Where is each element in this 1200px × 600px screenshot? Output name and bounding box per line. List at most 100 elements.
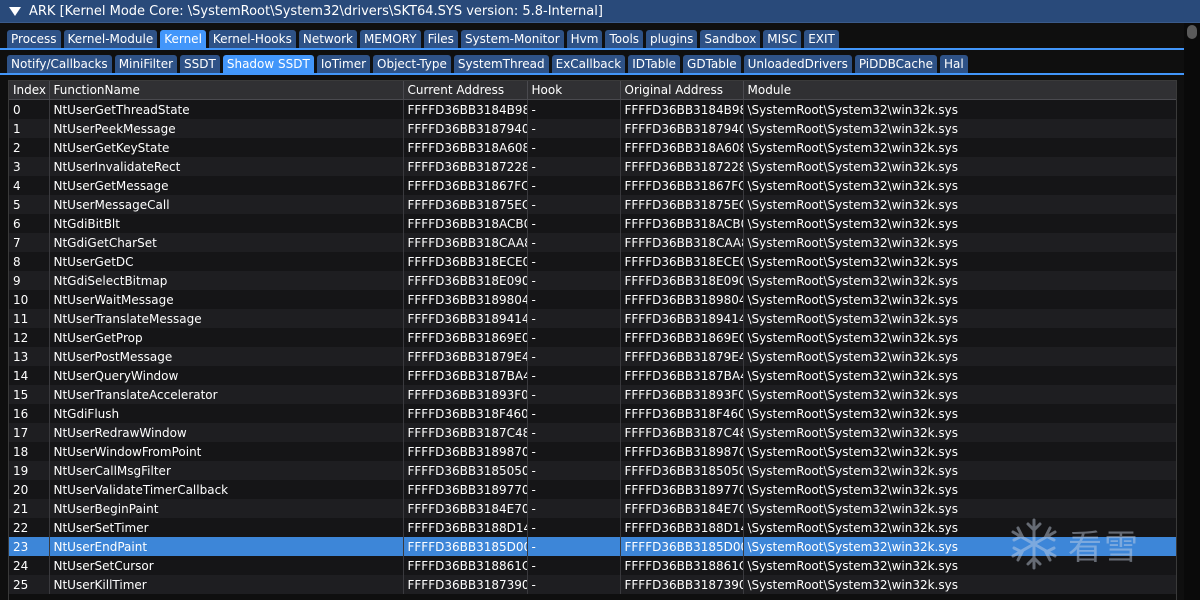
- tab-network[interactable]: Network: [298, 30, 357, 48]
- subtab-piddbcache[interactable]: PiDDBCache: [854, 55, 937, 73]
- original-address-cell: FFFFD36BB3189870: [620, 442, 744, 461]
- table-row[interactable]: 2 NtUserGetKeyState FFFFD36BB318A608- FFFFD…: [9, 138, 1176, 157]
- table-row[interactable]: 20 NtUserValidateTimerCallback FFFFD36BB31…: [9, 480, 1176, 499]
- column-header-original-address[interactable]: Original Address: [620, 81, 744, 100]
- tab-kernel[interactable]: Kernel: [160, 30, 206, 48]
- table-row[interactable]: 15 NtUserTranslateAccelerator FFFFD36BB318…: [9, 385, 1176, 404]
- tab-files[interactable]: Files: [423, 30, 458, 48]
- index-cell: 24: [9, 556, 50, 575]
- current-address-cell: FFFFD36BB3187940: [403, 119, 528, 138]
- table-row[interactable]: 17 NtUserRedrawWindow FFFFD36BB3187C48- FFF…: [9, 423, 1176, 442]
- table-row[interactable]: 7 NtGdiGetCharSet FFFFD36BB318CAA8- FFFFD36…: [9, 233, 1176, 252]
- tab-sandbox[interactable]: Sandbox: [700, 30, 761, 48]
- tab-kernel-module[interactable]: Kernel-Module: [63, 30, 158, 48]
- current-address-cell: FFFFD36BB318ECE0: [403, 252, 528, 271]
- index-cell: 12: [9, 328, 50, 347]
- current-address-cell: FFFFD36BB3189770: [403, 480, 528, 499]
- table-row[interactable]: 19 NtUserCallMsgFilter FFFFD36BB3185050- FF…: [9, 461, 1176, 480]
- original-address-cell: FFFFD36BB318861C: [620, 556, 744, 575]
- module-cell: \SystemRoot\System32\win32k.sys: [743, 347, 1176, 366]
- module-cell: \SystemRoot\System32\win32k.sys: [743, 366, 1176, 385]
- table-row[interactable]: 4 NtUserGetMessage FFFFD36BB31867FC - FFFFD3…: [9, 176, 1176, 195]
- table-row[interactable]: 25 NtUserKillTimer FFFFD36BB3187390- FFFFD3…: [9, 575, 1176, 594]
- module-cell: \SystemRoot\System32\win32k.sys: [743, 385, 1176, 404]
- table-row[interactable]: 23 NtUserEndPaint FFFFD36BB3185D00- FFFFD36…: [9, 537, 1176, 556]
- subtab-minifilter[interactable]: MiniFilter: [114, 55, 178, 73]
- function-name-cell: NtUserGetDC: [49, 252, 404, 271]
- title-bar[interactable]: ARK [Kernel Mode Core: \SystemRoot\Syste…: [0, 0, 1200, 23]
- original-address-cell: FFFFD36BB3188D14: [620, 518, 744, 537]
- hook-cell: -: [527, 328, 621, 347]
- column-header-current-address[interactable]: Current Address: [403, 81, 528, 100]
- tab-plugins[interactable]: plugins: [646, 30, 698, 48]
- function-name-cell: NtUserTranslateMessage: [49, 309, 404, 328]
- subtab-ssdt[interactable]: SSDT: [180, 55, 220, 73]
- tab-kernel-hooks[interactable]: Kernel-Hooks: [208, 30, 296, 48]
- table-row[interactable]: 6 NtGdiBitBlt FFFFD36BB318ACB0- FFFFD36BB31…: [9, 214, 1176, 233]
- module-cell: \SystemRoot\System32\win32k.sys: [743, 99, 1176, 119]
- index-cell: 6: [9, 214, 50, 233]
- subtab-idtable[interactable]: IDTable: [628, 55, 681, 73]
- table-row[interactable]: 1 NtUserPeekMessage FFFFD36BB3187940- FFFFD…: [9, 119, 1176, 138]
- table-row[interactable]: 0 NtUserGetThreadState FFFFD36BB3184B98- FF…: [9, 99, 1176, 119]
- index-cell: 25: [9, 575, 50, 594]
- subtab-notify-callbacks[interactable]: Notify/Callbacks: [7, 55, 112, 73]
- table-row[interactable]: 3 NtUserInvalidateRect FFFFD36BB3187228- FF…: [9, 157, 1176, 176]
- tab-misc[interactable]: MISC: [763, 30, 802, 48]
- hook-cell: -: [527, 138, 621, 157]
- tab-exit[interactable]: EXIT: [804, 30, 839, 48]
- index-cell: 8: [9, 252, 50, 271]
- index-cell: 9: [9, 271, 50, 290]
- function-name-cell: NtUserPeekMessage: [49, 119, 404, 138]
- function-name-cell: NtUserGetThreadState: [49, 99, 404, 119]
- subtab-systemthread[interactable]: SystemThread: [453, 55, 549, 73]
- subtab-shadow-ssdt[interactable]: Shadow SSDT: [222, 55, 314, 73]
- hook-cell: -: [527, 271, 621, 290]
- function-name-cell: NtUserWindowFromPoint: [49, 442, 404, 461]
- collapse-arrow-icon[interactable]: [9, 6, 21, 16]
- table-row[interactable]: 5 NtUserMessageCall FFFFD36BB31875EC - FFFFD…: [9, 195, 1176, 214]
- subtab-hal[interactable]: Hal: [939, 55, 968, 73]
- table-row[interactable]: 12 NtUserGetProp FFFFD36BB31869E0- FFFFD36B…: [9, 328, 1176, 347]
- module-cell: \SystemRoot\System32\win32k.sys: [743, 195, 1176, 214]
- current-address-cell: FFFFD36BB3189870: [403, 442, 528, 461]
- index-cell: 14: [9, 366, 50, 385]
- table-row[interactable]: 9 NtGdiSelectBitmap FFFFD36BB318E090- FFFFD…: [9, 271, 1176, 290]
- table-row[interactable]: 8 NtUserGetDC FFFFD36BB318ECE0- FFFFD36BB31…: [9, 252, 1176, 271]
- column-header-index[interactable]: Index: [9, 81, 50, 100]
- module-cell: \SystemRoot\System32\win32k.sys: [743, 442, 1176, 461]
- hook-cell: -: [527, 385, 621, 404]
- subtab-object-type[interactable]: Object-Type: [373, 55, 451, 73]
- column-header-module[interactable]: Module: [743, 81, 1176, 100]
- table-row[interactable]: 13 NtUserPostMessage FFFFD36BB31879E4- FFFF…: [9, 347, 1176, 366]
- table-row[interactable]: 22 NtUserSetTimer FFFFD36BB3188D14- FFFFD36…: [9, 518, 1176, 537]
- table-row[interactable]: 14 NtUserQueryWindow FFFFD36BB3187BA4- FFFF…: [9, 366, 1176, 385]
- module-cell: \SystemRoot\System32\win32k.sys: [743, 309, 1176, 328]
- function-name-cell: NtGdiGetCharSet: [49, 233, 404, 252]
- table-row[interactable]: 16 NtGdiFlush FFFFD36BB318F460- FFFFD36BB31…: [9, 404, 1176, 423]
- table-row[interactable]: 10 NtUserWaitMessage FFFFD36BB3189804- FFFF…: [9, 290, 1176, 309]
- tab-process[interactable]: Process: [7, 30, 61, 48]
- function-name-cell: NtUserKillTimer: [49, 575, 404, 594]
- tab-tools[interactable]: Tools: [605, 30, 644, 48]
- column-header-hook[interactable]: Hook: [527, 81, 621, 100]
- table-row[interactable]: 21 NtUserBeginPaint FFFFD36BB3184E70- FFFFD…: [9, 499, 1176, 518]
- tab-hvm[interactable]: Hvm: [566, 30, 603, 48]
- hook-cell: -: [527, 347, 621, 366]
- subtab-unloadeddrivers[interactable]: UnloadedDrivers: [743, 55, 852, 73]
- original-address-cell: FFFFD36BB3187228: [620, 157, 744, 176]
- current-address-cell: FFFFD36BB3188D14: [403, 518, 528, 537]
- tab-system-monitor[interactable]: System-Monitor: [460, 30, 564, 48]
- scrollbar-thumb[interactable]: [1187, 25, 1197, 39]
- tab-memory[interactable]: MEMORY: [359, 30, 421, 48]
- index-cell: 5: [9, 195, 50, 214]
- column-header-functionname[interactable]: FunctionName: [49, 81, 404, 100]
- subtab-gdtable[interactable]: GDTable: [683, 55, 741, 73]
- original-address-cell: FFFFD36BB3189770: [620, 480, 744, 499]
- subtab-iotimer[interactable]: IoTimer: [316, 55, 371, 73]
- table-row[interactable]: 11 NtUserTranslateMessage FFFFD36BB3189414…: [9, 309, 1176, 328]
- subtab-excallback[interactable]: ExCallback: [551, 55, 626, 73]
- vertical-scrollbar[interactable]: [1184, 23, 1200, 600]
- table-row[interactable]: 24 NtUserSetCursor FFFFD36BB318861C - FFFFD3…: [9, 556, 1176, 575]
- table-row[interactable]: 18 NtUserWindowFromPoint FFFFD36BB3189870-…: [9, 442, 1176, 461]
